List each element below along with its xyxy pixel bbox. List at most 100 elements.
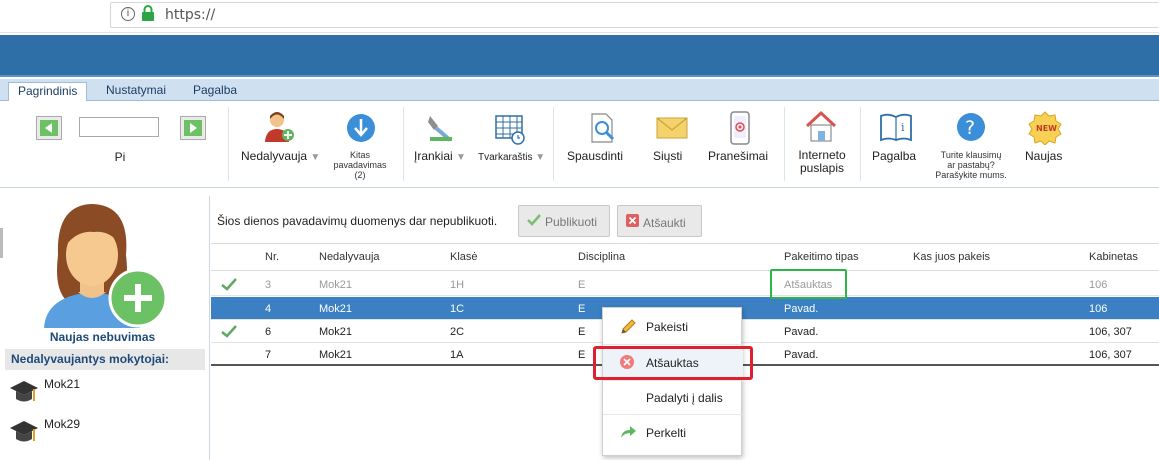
highlight-atsauktas-option (593, 346, 753, 380)
menu-item-pakeisti[interactable]: Pakeisti (603, 311, 743, 343)
col-header-klase[interactable]: Klasė (450, 251, 478, 263)
klausimu-line-1: Turite klausimų (940, 150, 1002, 160)
phone-icon[interactable] (730, 111, 750, 148)
dropdown-icon[interactable]: ▼ (456, 152, 466, 163)
published-check-icon (221, 278, 237, 294)
col-header-nedalyvauja[interactable]: Nedalyvauja (319, 251, 380, 263)
female-avatar-icon (44, 204, 168, 328)
teacher-item[interactable]: Mok29 (8, 415, 198, 455)
cell-discipline: E (578, 349, 586, 361)
interneto-puslapis-button[interactable]: Interneto puslapis (797, 149, 847, 175)
info-icon[interactable]: i (121, 7, 135, 21)
col-header-pakeitimo-tipas[interactable]: Pakeitimo tipas (784, 251, 859, 263)
siusti-button[interactable]: Siųsti (653, 149, 682, 163)
svg-text:i: i (901, 121, 905, 134)
pagalba-button[interactable]: Pagalba (872, 149, 916, 163)
col-header-kas-juos-pakeis[interactable]: Kas juos pakeis (913, 251, 990, 263)
tools-icon[interactable] (424, 112, 456, 147)
svg-text:?: ? (965, 117, 975, 139)
cell-discipline: E (578, 326, 586, 338)
print-preview-icon[interactable] (588, 112, 618, 147)
menu-item-label: Padalyti į dalis (646, 391, 723, 405)
cell-teacher: Mok21 (319, 326, 353, 338)
klausimu-line-2: ar pastabų? (947, 160, 995, 170)
ribbon-divider (860, 107, 861, 181)
dropdown-icon[interactable]: ▼ (535, 152, 545, 163)
irankiai-button[interactable]: Įrankiai ▼ (414, 149, 466, 163)
cell-teacher: Mok21 (319, 303, 353, 315)
url-text[interactable]: https:// (165, 7, 215, 23)
ribbon-divider (228, 107, 229, 181)
download-arrow-icon[interactable] (345, 112, 377, 147)
cell-type: Pavad. (784, 303, 819, 315)
envelope-icon[interactable] (656, 115, 688, 144)
address-bar[interactable] (110, 2, 1159, 28)
pranesimai-button[interactable]: Pranešimai (708, 149, 768, 163)
publish-label: Publikuoti (545, 215, 598, 229)
day-label: Pi (114, 150, 126, 164)
cell-room: 106 (1089, 303, 1108, 315)
cell-teacher: Mok21 (319, 349, 353, 361)
x-icon (626, 214, 639, 230)
tab-pagrindinis[interactable]: Pagrindinis (8, 82, 88, 102)
publish-button[interactable]: Publikuoti (518, 205, 610, 237)
teacher-name: Mok21 (44, 377, 81, 391)
home-icon[interactable] (804, 110, 838, 147)
spausdinti-button[interactable]: Spausdinti (567, 149, 623, 163)
ribbon-divider (403, 107, 404, 181)
unpublished-notice: Šios dienos pavadavimų duomenys dar nepu… (217, 214, 498, 228)
cell-room: 106 (1089, 279, 1108, 291)
help-book-icon[interactable]: i (879, 112, 913, 145)
menu-divider (603, 344, 743, 345)
col-header-kabinetas[interactable]: Kabinetas (1089, 251, 1138, 263)
date-input[interactable] (79, 117, 159, 137)
kitas-label: Kitas pavadavimas (333, 150, 387, 170)
person-add-icon[interactable] (262, 110, 296, 147)
new-absence-avatar-button[interactable] (38, 200, 170, 331)
col-header-nr[interactable]: Nr. (265, 251, 279, 263)
question-icon[interactable]: ? (955, 111, 987, 146)
cell-teacher: Mok21 (319, 279, 353, 291)
menu-item-label: Pakeisti (646, 320, 689, 334)
cell-nr: 3 (265, 279, 272, 291)
nedalyvauja-button[interactable]: Nedalyvauja ▼ (241, 149, 320, 163)
arrow-left-icon (40, 120, 58, 136)
new-badge-icon[interactable]: NEW (1028, 111, 1062, 148)
prev-day-button[interactable] (36, 116, 62, 140)
arrow-right-icon (184, 120, 202, 136)
tab-nustatymai[interactable]: Nustatymai (97, 82, 175, 101)
pencil-icon (619, 318, 637, 339)
dropdown-icon[interactable]: ▼ (310, 152, 320, 163)
cell-class: 1C (450, 303, 465, 315)
cell-type: Pavad. (784, 326, 819, 338)
app-header (0, 35, 1159, 77)
absent-teachers-header: Nedalyvaujantys mokytojai: (5, 349, 205, 370)
teacher-item[interactable]: Mok21 (8, 375, 198, 415)
col-header-disciplina[interactable]: Disciplina (578, 251, 625, 263)
graduation-cap-icon (10, 421, 38, 442)
cell-class: 1A (450, 349, 464, 361)
next-day-button[interactable] (180, 116, 206, 140)
cell-nr: 6 (265, 326, 272, 338)
tab-pagalba[interactable]: Pagalba (184, 82, 246, 101)
cancel-button[interactable]: Atšaukti (617, 205, 702, 237)
table-row[interactable] (211, 273, 1159, 296)
irankiai-label: Įrankiai (414, 149, 453, 163)
tvarkarastis-button[interactable]: Tvarkaraštis ▼ (478, 152, 545, 163)
move-arrow-icon (619, 424, 637, 443)
cancel-label: Atšaukti (643, 216, 686, 230)
new-absence-label[interactable]: Naujas nebuvimas (0, 330, 205, 344)
menu-item-padalyti[interactable]: Padalyti į dalis (603, 382, 743, 414)
new-badge-text: NEW (1036, 124, 1057, 133)
tvarkarastis-label: Tvarkaraštis (478, 152, 533, 163)
calendar-icon[interactable] (494, 113, 526, 148)
feedback-button[interactable]: Turite klausimų ar pastabų? Parašykite mum… (928, 150, 1014, 180)
cell-room: 106, 307 (1089, 349, 1132, 361)
cell-discipline: E (578, 279, 586, 291)
menu-divider (603, 414, 743, 415)
menu-item-perkelti[interactable]: Perkelti (603, 417, 743, 449)
left-edge-marker (0, 228, 3, 258)
naujas-button[interactable]: Naujas (1025, 149, 1062, 163)
kitas-pavadavimas-button[interactable]: Kitas pavadavimas (2) (330, 150, 390, 180)
cell-nr: 7 (265, 349, 272, 361)
